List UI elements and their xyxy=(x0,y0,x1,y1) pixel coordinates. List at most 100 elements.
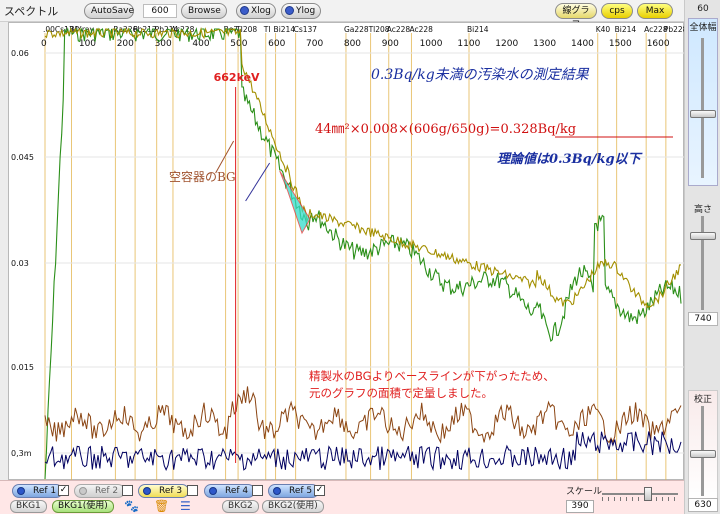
peak-area-fill xyxy=(279,170,311,235)
bkg1-use-button[interactable]: BKG1(使用) xyxy=(52,500,114,513)
channel-input[interactable] xyxy=(143,4,177,18)
ref3-icon xyxy=(143,487,151,495)
xlog-toggle[interactable]: Xlog xyxy=(236,3,276,19)
y-tick-label-1: 0.045 xyxy=(11,153,34,162)
y-tick-label-4: 0,3m xyxy=(11,449,32,458)
x-tick-label-7: 700 xyxy=(306,39,323,49)
bkg1-button[interactable]: BKG1 xyxy=(10,500,47,513)
browse-button[interactable]: Browse xyxy=(181,3,227,19)
cps-button[interactable]: cps xyxy=(601,3,633,19)
reference-bar: Ref 1 ✓ Ref 2 Ref 3 Ref 4 Ref 5 ✓ BKG1 B… xyxy=(0,480,684,514)
bottom-value: 630 xyxy=(688,498,718,512)
ref1-button[interactable]: Ref 1 xyxy=(12,484,64,498)
ylog-label: Ylog xyxy=(296,6,316,16)
calibration-slider-knob[interactable] xyxy=(690,450,716,458)
ref1-checkbox[interactable]: ✓ xyxy=(58,485,69,496)
max-button[interactable]: Max xyxy=(637,3,673,19)
ref3-checkbox[interactable] xyxy=(187,485,198,496)
ref4-icon xyxy=(209,487,217,495)
annotation-note-line1: 精製水のBGよりベースラインが下がったため、 xyxy=(309,369,555,383)
annotation-formula: 44㎜²×0.008×(606g/650g)=0.328Bq/kg xyxy=(315,122,576,137)
window-title: スペクトル xyxy=(4,5,59,18)
trash-icon[interactable]: 🗑 xyxy=(154,499,169,513)
x-tick-label-1: 100 xyxy=(79,39,96,49)
x-tick-label-4: 400 xyxy=(192,39,209,49)
scale-track xyxy=(602,493,678,495)
ref4-label: Ref 4 xyxy=(225,486,249,496)
ref5-icon xyxy=(273,487,281,495)
ref4-button[interactable]: Ref 4 xyxy=(204,484,256,498)
peak-label-15: Bi214 xyxy=(467,25,489,34)
y-tick-label-3: 0.015 xyxy=(11,363,34,372)
x-tick-label-11: 1100 xyxy=(457,39,480,49)
x-tick-label-15: 1500 xyxy=(609,39,632,49)
scale-slider-knob[interactable] xyxy=(644,487,652,501)
paw-icon[interactable]: 🐾 xyxy=(124,499,139,513)
ref1-icon xyxy=(17,487,25,495)
y-tick-label-0: 0.06 xyxy=(11,49,29,58)
height-track xyxy=(701,216,704,310)
scale-ticks xyxy=(602,497,678,501)
annotation-empty-bg: 空容器のBG xyxy=(169,169,236,184)
spectrum-window: スペクトル AutoSave Browse Xlog Ylog 線グラフ cps… xyxy=(0,0,720,514)
series-green-line xyxy=(44,26,682,480)
full-width-label: 全体幅 xyxy=(689,23,717,33)
y-tick-label-2: 0.03 xyxy=(11,259,29,268)
x-tick-label-10: 1000 xyxy=(420,39,443,49)
x-tick-label-8: 800 xyxy=(344,39,361,49)
list-icon[interactable]: ☰ xyxy=(180,499,191,513)
autosave-button[interactable]: AutoSave xyxy=(84,3,134,19)
right-panel: 60 全体幅 高さ 740 校正 630 xyxy=(684,0,720,514)
bkg2-use-button[interactable]: BKG2(使用) xyxy=(262,500,324,513)
ref2-label: Ref 2 xyxy=(95,486,119,496)
ref2-icon xyxy=(79,487,87,495)
top-value: 60 xyxy=(697,4,709,14)
calibration-label: 校正 xyxy=(693,395,712,405)
line-graph-button[interactable]: 線グラフ xyxy=(555,3,597,30)
x-tick-label-0: 0 xyxy=(41,39,47,49)
ref3-label: Ref 3 xyxy=(159,486,183,496)
toolbar: スペクトル AutoSave Browse Xlog Ylog 線グラフ cps… xyxy=(0,0,720,30)
x-tick-label-9: 900 xyxy=(382,39,399,49)
peak-label-8: TI xyxy=(263,25,271,34)
peak-label-17: Bi214 xyxy=(615,25,637,34)
ref3-button[interactable]: Ref 3 xyxy=(138,484,190,498)
x-tick-label-13: 1300 xyxy=(533,39,556,49)
ref1-label: Ref 1 xyxy=(33,486,57,496)
annotation-main-result: 0.3Bq/kg未満の汚染水の測定結果 xyxy=(371,67,590,83)
height-value: 740 xyxy=(688,312,718,326)
x-tick-label-6: 600 xyxy=(268,39,285,49)
peak-label-13: Tl208 xyxy=(368,25,390,34)
annotation-note-line2: 元のグラフの面積で定量しました。 xyxy=(309,386,493,400)
peak-label-19: Pb228 xyxy=(664,25,685,34)
peak-label-11: Ga228 xyxy=(344,25,369,34)
x-tick-label-14: 1400 xyxy=(571,39,594,49)
x-tick-label-16: 1600 xyxy=(647,39,670,49)
peak-label-10: Cs137 xyxy=(294,25,318,34)
ylog-toggle[interactable]: Ylog xyxy=(281,3,321,19)
ref4-checkbox[interactable] xyxy=(252,485,263,496)
spectrum-chart: .00Cs134 BiXray Ra226 Pb212 Pb214 Ac228 Be7 TI2… xyxy=(8,22,685,481)
scale-label: スケール xyxy=(566,487,603,497)
peak-label-9: Bi214 xyxy=(274,25,296,34)
x-tick-label-12: 1200 xyxy=(495,39,518,49)
x-tick-label-5: 500 xyxy=(230,39,247,49)
full-width-track xyxy=(701,38,704,178)
height-slider-knob[interactable] xyxy=(690,232,716,240)
ref2-checkbox[interactable] xyxy=(122,485,133,496)
full-width-slider-knob[interactable] xyxy=(690,110,716,118)
ref2-button[interactable]: Ref 2 xyxy=(74,484,126,498)
scale-value: 390 xyxy=(566,500,594,513)
height-label: 高さ xyxy=(693,205,712,215)
radio-icon xyxy=(240,6,249,15)
ref5-button[interactable]: Ref 5 xyxy=(268,484,320,498)
ref5-checkbox[interactable]: ✓ xyxy=(314,485,325,496)
xlog-label: Xlog xyxy=(251,6,271,16)
radio-icon xyxy=(285,6,294,15)
x-tick-label-2: 200 xyxy=(117,39,134,49)
spectrum-plot: .00Cs134BiXray Ra226Pb212Pb214Ac228 Be7TI2… xyxy=(11,25,685,481)
ref5-label: Ref 5 xyxy=(289,486,313,496)
annotation-theory: 理論値は0.3Bq/kg以下 xyxy=(497,151,644,167)
bkg2-button[interactable]: BKG2 xyxy=(222,500,259,513)
peak-label-14: Ac228 xyxy=(409,25,433,34)
